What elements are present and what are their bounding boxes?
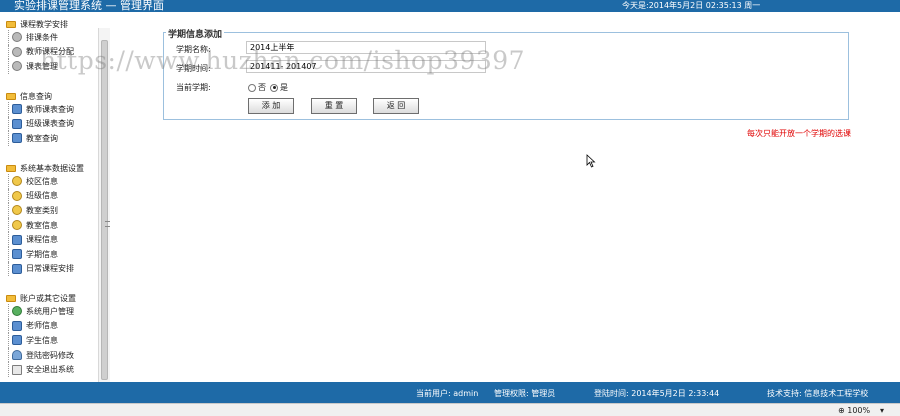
sidebar-item-class[interactable]: 班级信息 xyxy=(6,188,84,204)
sidebar-item-daily-schedule[interactable]: 日常课程安排 xyxy=(6,261,84,277)
menu-group-title[interactable]: 信息查询 xyxy=(6,90,74,102)
menu-group-basic-data: 系统基本数据设置 校区信息 班级信息 教室类别 教室信息 课程信息 学期信息 日… xyxy=(6,162,84,276)
mouse-cursor-icon xyxy=(586,154,596,171)
form-legend: 学期信息添加 xyxy=(166,27,225,40)
edit-icon xyxy=(12,205,22,216)
folder-icon xyxy=(6,164,16,172)
edit-icon xyxy=(12,176,22,187)
gear-icon xyxy=(12,32,22,43)
zoom-icon: ⊕ xyxy=(838,406,848,415)
sidebar-item-classroom-type[interactable]: 教室类别 xyxy=(6,203,84,218)
users-icon xyxy=(12,306,22,317)
menu-group-account: 账户或其它设置 系统用户管理 老师信息 学生信息 登陆密码修改 安全退出系统 xyxy=(6,292,76,377)
add-button[interactable]: 添 加 xyxy=(248,98,294,114)
monitor-icon xyxy=(12,104,22,115)
sidebar-item-logout[interactable]: 安全退出系统 xyxy=(6,362,76,377)
gear-icon xyxy=(12,46,22,57)
sidebar-item-conditions[interactable]: 排课条件 xyxy=(6,30,74,45)
radio-yes[interactable] xyxy=(270,83,278,92)
menu-group-title[interactable]: 系统基本数据设置 xyxy=(6,162,84,174)
zoom-level[interactable]: ⊕ 100% xyxy=(838,406,870,415)
gear-icon xyxy=(12,61,22,72)
monitor-icon xyxy=(12,263,22,274)
monitor-icon xyxy=(12,320,22,331)
menu-group-title[interactable]: 课程教学安排 xyxy=(6,18,74,30)
radio-no[interactable] xyxy=(248,83,256,92)
tech-support: 技术支持: 信息技术工程学校 xyxy=(767,389,869,398)
monitor-icon xyxy=(12,234,22,245)
current-term-label: 当前学期: xyxy=(176,83,211,92)
sidebar-item-campus[interactable]: 校区信息 xyxy=(6,174,84,189)
radio-yes-label: 是 xyxy=(280,83,288,92)
monitor-icon xyxy=(12,335,22,346)
sidebar-item-teacher-info[interactable]: 老师信息 xyxy=(6,318,76,334)
monitor-icon xyxy=(12,249,22,260)
notice-text: 每次只能开放一个学期的选课 xyxy=(747,129,851,138)
footer-bar: 当前用户: admin 管理权限: 管理员 登陆时间: 2014年5月2日 2:… xyxy=(0,382,900,403)
sidebar-item-classroom-info[interactable]: 教室信息 xyxy=(6,217,84,233)
sidebar-item-class-timetable[interactable]: 班级课表查询 xyxy=(6,116,74,132)
sidebar-item-term-info[interactable]: 学期信息 xyxy=(6,246,84,262)
edit-icon xyxy=(12,220,22,231)
menu-group-info-query: 信息查询 教师课表查询 班级课表查询 教室查询 xyxy=(6,90,74,146)
permission-level: 管理权限: 管理员 xyxy=(494,389,556,398)
browser-status-bar: ⊕ 100% ▾ xyxy=(0,403,900,416)
grip-icon xyxy=(105,221,110,227)
key-icon xyxy=(12,350,22,361)
date-time-display: 今天是:2014年5月2日 02:35:13 周一 xyxy=(622,1,761,10)
folder-icon xyxy=(6,20,16,28)
current-term-radio-group: 否 是 xyxy=(248,82,288,93)
folder-icon xyxy=(6,92,16,100)
login-time: 登陆时间: 2014年5月2日 2:33:44 xyxy=(594,389,720,398)
title-bar: 实验排课管理系统 — 管理界面 今天是:2014年5月2日 02:35:13 周… xyxy=(0,0,900,12)
monitor-icon xyxy=(12,118,22,129)
watermark: https://www.huzhan.com/ishop39397 xyxy=(40,46,526,75)
sidebar-item-change-password[interactable]: 登陆密码修改 xyxy=(6,347,76,363)
edit-icon xyxy=(12,190,22,201)
sidebar-item-course-info[interactable]: 课程信息 xyxy=(6,232,84,247)
sidebar-item-user-manage[interactable]: 系统用户管理 xyxy=(6,304,76,319)
sidebar-scrollbar[interactable] xyxy=(98,28,110,392)
reset-button[interactable]: 重 置 xyxy=(311,98,357,114)
radio-no-label: 否 xyxy=(258,83,266,92)
sidebar-item-teacher-timetable[interactable]: 教师课表查询 xyxy=(6,102,74,117)
folder-icon xyxy=(6,294,16,302)
sidebar-item-classroom-query[interactable]: 教室查询 xyxy=(6,131,74,146)
chevron-down-icon[interactable]: ▾ xyxy=(880,406,884,415)
monitor-icon xyxy=(12,133,22,144)
exit-icon xyxy=(12,364,22,375)
scrollbar-thumb[interactable] xyxy=(101,40,110,380)
menu-group-title[interactable]: 账户或其它设置 xyxy=(6,292,76,304)
current-user: 当前用户: admin xyxy=(416,389,479,398)
back-button[interactable]: 返 回 xyxy=(373,98,419,114)
sidebar-item-student-info[interactable]: 学生信息 xyxy=(6,333,76,348)
